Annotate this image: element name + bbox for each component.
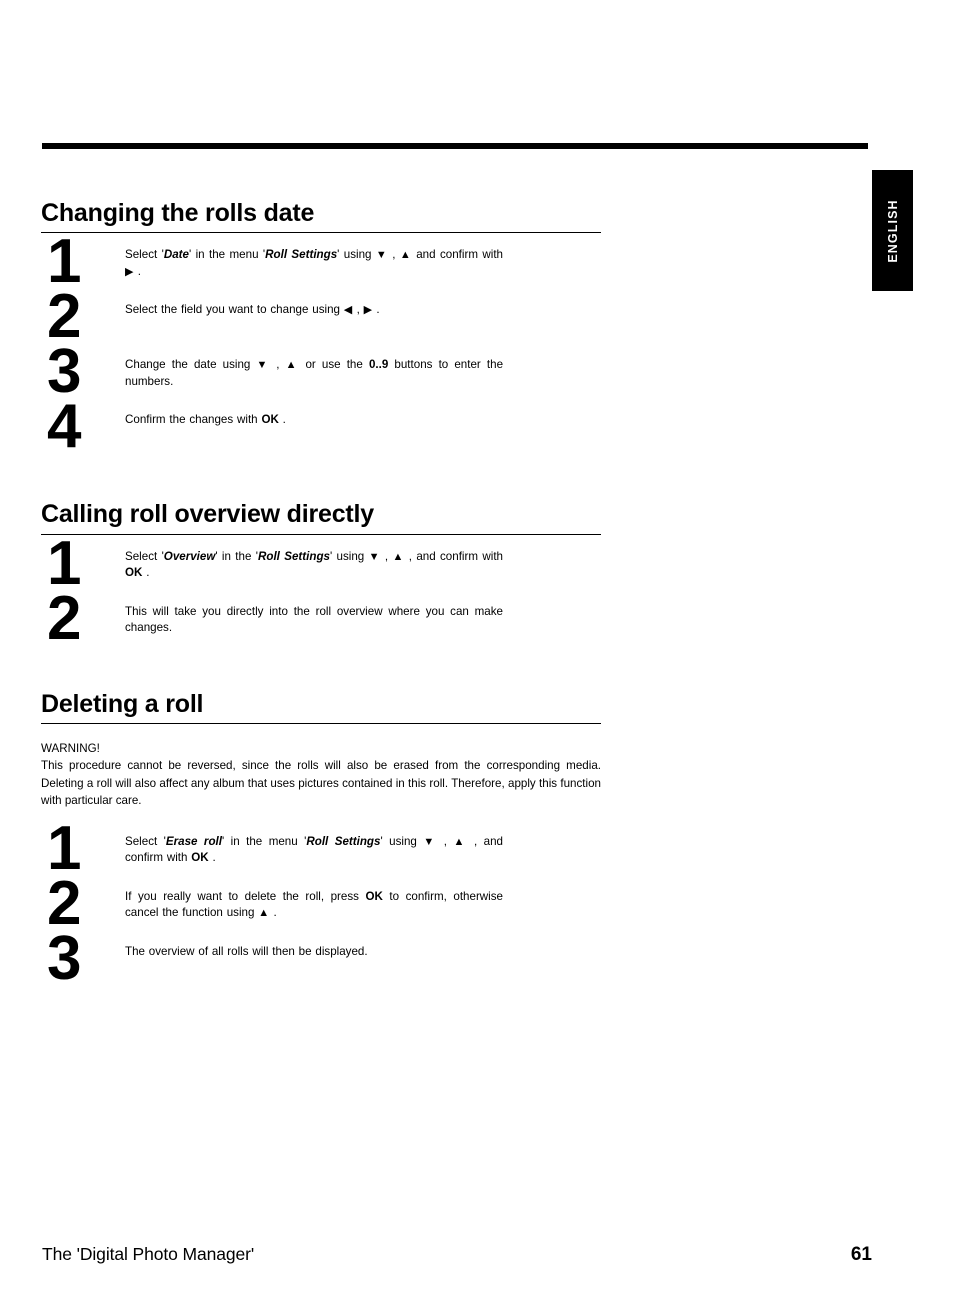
text-run: ' using (329, 549, 369, 563)
arrow-down-icon: ▼ (256, 359, 271, 372)
text-run: ' in the ' (215, 549, 258, 563)
text-run: , (437, 834, 454, 848)
section-heading-deleting-a-roll: Deleting a roll (41, 690, 601, 724)
emphasis-menu-item: Roll Settings (265, 248, 338, 262)
step-item: 1 Select 'Overview' in the 'Roll Settings… (41, 532, 601, 597)
step-text: Confirm the changes with OK . (125, 412, 503, 428)
step-item: 2 If you really want to delete the roll, … (41, 872, 601, 937)
page-number: 61 (850, 1244, 872, 1265)
text-run: Change the date using (125, 358, 257, 372)
emphasis-menu-item: Roll Settings (306, 834, 381, 848)
text-run: Confirm the changes with (125, 413, 262, 427)
text-run: or use the (299, 358, 369, 372)
text-run: ' using (337, 248, 376, 262)
text-run: ' using (380, 834, 424, 848)
text-run: The overview of all rolls will then be d… (125, 944, 368, 958)
text-run: This will take you directly into the rol… (125, 604, 503, 634)
emphasis-bold: OK (191, 851, 209, 865)
document-content: Changing the rolls date 1 Select 'Date' i… (41, 200, 601, 992)
arrow-down-icon: ▼ (375, 249, 388, 262)
step-item: 1 Select 'Date' in the menu 'Roll Setting… (41, 231, 601, 295)
step-text: The overview of all rolls will then be d… (125, 944, 503, 960)
warning-title: WARNING! (41, 741, 100, 755)
step-text: If you really want to delete the roll, p… (125, 889, 503, 922)
step-item: 3 The overview of all rolls will then be … (41, 927, 601, 992)
text-run: ' in the menu ' (221, 834, 307, 848)
step-list-deleting-a-roll: 1 Select 'Erase roll' in the menu 'Roll S… (41, 817, 601, 992)
page-footer: The 'Digital Photo Manager' 61 (42, 1244, 872, 1266)
text-run: Select ' (125, 248, 164, 262)
step-list-changing-the-rolls-date: 1 Select 'Date' in the menu 'Roll Setting… (41, 231, 601, 460)
text-run: , and confirm with (404, 549, 503, 563)
step-text: Select 'Overview' in the 'Roll Settings'… (125, 549, 503, 582)
text-run: . (133, 264, 142, 278)
step-number: 4 (47, 392, 81, 462)
arrow-down-icon: ▼ (368, 550, 381, 563)
arrow-up-icon: ▲ (285, 359, 300, 372)
emphasis-menu-item: Roll Settings (257, 549, 330, 563)
step-text: This will take you directly into the rol… (125, 604, 503, 637)
text-run: If you really want to delete the roll, p… (125, 889, 366, 903)
text-run: . (208, 851, 216, 865)
language-tab: ENGLISH (872, 170, 913, 291)
step-number: 2 (47, 583, 81, 653)
step-text: Change the date using ▼ , ▲ or use the 0… (125, 357, 503, 390)
emphasis-bold: OK (125, 565, 143, 579)
arrow-up-icon: ▲ (453, 835, 468, 848)
arrow-right-icon: ▶ (363, 304, 373, 317)
emphasis-menu-item: Date (163, 248, 189, 262)
text-run: . (142, 565, 150, 579)
section-heading-changing-the-rolls-date: Changing the rolls date (41, 200, 601, 234)
arrow-up-icon: ▲ (399, 249, 412, 262)
step-list-calling-roll-overview-directly: 1 Select 'Overview' in the 'Roll Settings… (41, 532, 601, 652)
text-run: . (278, 413, 286, 427)
step-item: 2 This will take you directly into the ro… (41, 587, 601, 652)
text-run: . (269, 906, 277, 920)
arrow-left-icon: ◀ (343, 304, 353, 317)
emphasis-menu-item: Erase roll (165, 834, 222, 848)
arrow-up-icon: ▲ (258, 907, 270, 920)
arrow-right-icon: ▶ (125, 265, 134, 278)
footer-title: The 'Digital Photo Manager' (42, 1244, 255, 1264)
section-heading-calling-roll-overview-directly: Calling roll overview directly (41, 501, 601, 535)
text-run: , (380, 549, 393, 563)
text-run: , (387, 248, 400, 262)
text-run: Select ' (125, 549, 164, 563)
text-run: Select the field you want to change usin… (125, 303, 344, 317)
text-run: and confirm with (411, 248, 503, 262)
step-text: Select the field you want to change usin… (125, 302, 503, 318)
step-item: 3 Change the date using ▼ , ▲ or use the … (41, 341, 601, 405)
arrow-down-icon: ▼ (423, 835, 438, 848)
text-run: ' in the menu ' (188, 248, 266, 262)
emphasis-bold: 0..9 (368, 358, 389, 372)
emphasis-bold: OK (261, 413, 279, 427)
step-number: 3 (47, 923, 81, 993)
text-run: Select ' (125, 834, 166, 848)
text-run: , (352, 303, 364, 317)
step-item: 4 Confirm the changes with OK . (41, 396, 601, 460)
warning-body: This procedure cannot be reversed, since… (41, 759, 601, 808)
warning-block: WARNING! This procedure cannot be revers… (41, 740, 601, 810)
text-run: , (270, 358, 286, 372)
text-run: . (372, 303, 380, 317)
step-text: Select 'Date' in the menu 'Roll Settings… (125, 247, 503, 280)
emphasis-menu-item: Overview (163, 549, 216, 563)
arrow-up-icon: ▲ (392, 550, 405, 563)
step-item: 1 Select 'Erase roll' in the menu 'Roll S… (41, 817, 601, 882)
step-text: Select 'Erase roll' in the menu 'Roll Se… (125, 834, 503, 867)
top-rule-bar (42, 143, 868, 149)
language-tab-label: ENGLISH (885, 198, 900, 263)
emphasis-bold: OK (365, 889, 383, 903)
step-item: 2 Select the field you want to change usi… (41, 286, 601, 350)
